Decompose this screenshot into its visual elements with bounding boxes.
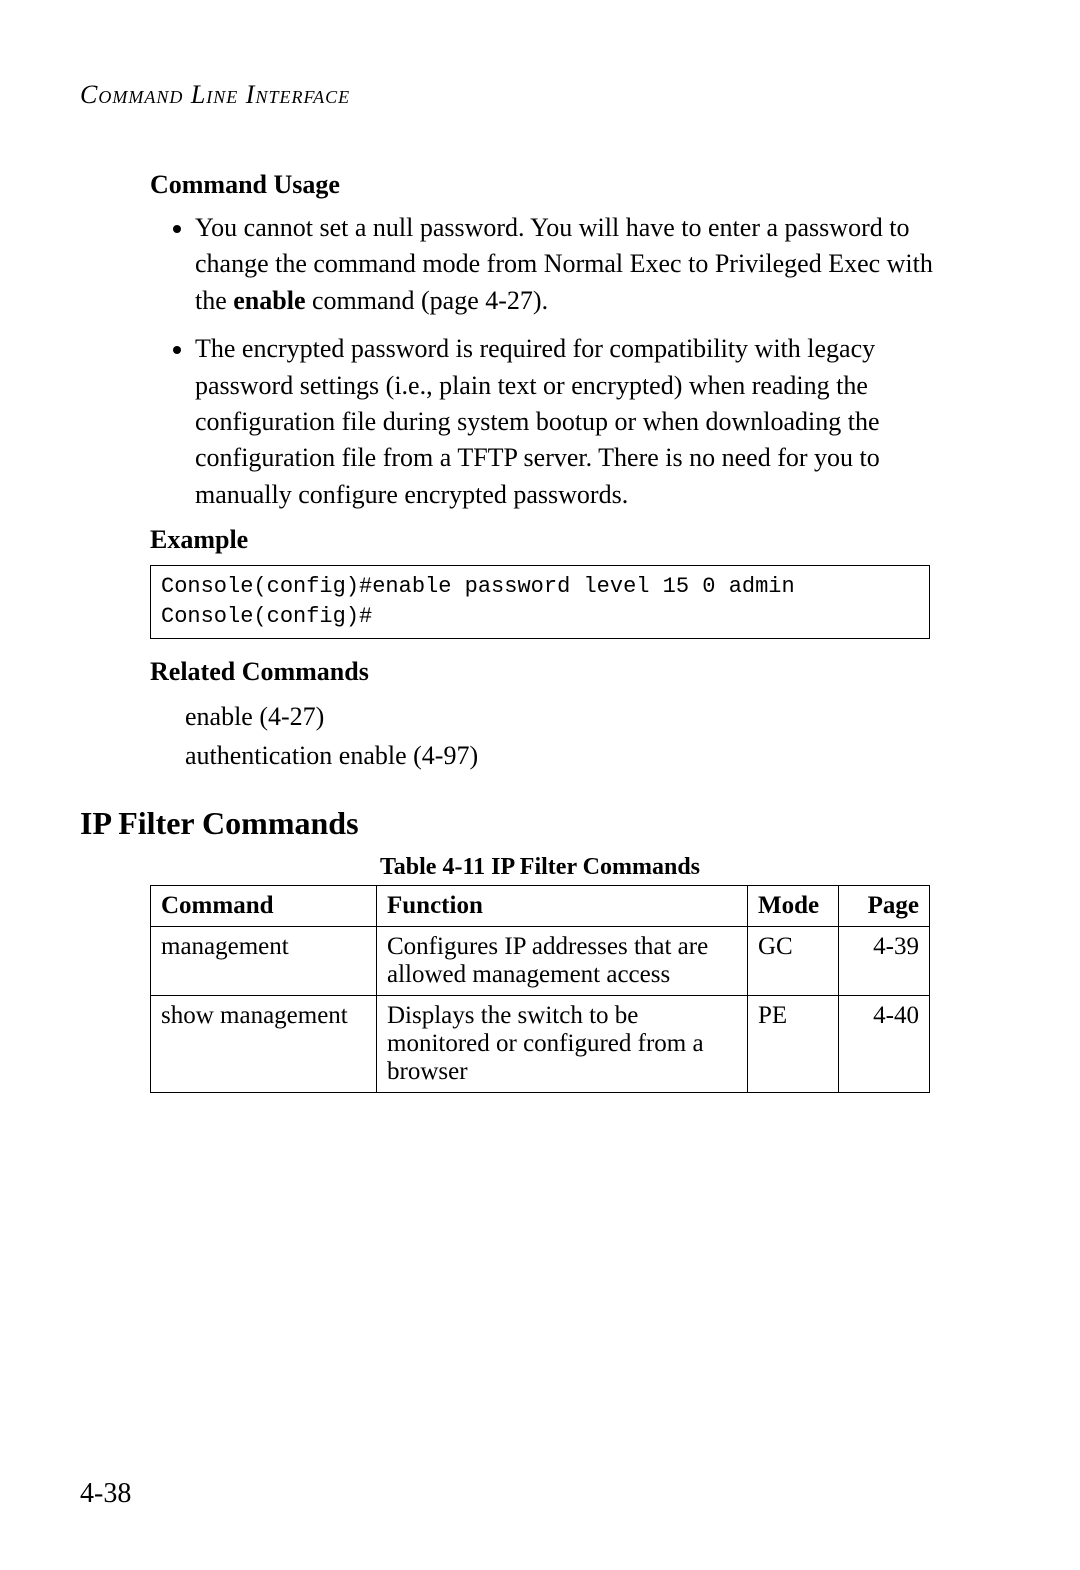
table-row: management Configures IP addresses that …: [151, 926, 930, 995]
table-row: show management Displays the switch to b…: [151, 995, 930, 1092]
running-head: Command Line Interface: [80, 80, 1000, 110]
cell-command: show management: [151, 995, 377, 1092]
table-header-row: Command Function Mode Page: [151, 885, 930, 926]
cell-mode: PE: [748, 995, 839, 1092]
col-header-mode: Mode: [748, 885, 839, 926]
col-header-command: Command: [151, 885, 377, 926]
bullet-item: The encrypted password is required for c…: [195, 331, 1000, 513]
cell-page: 4-40: [839, 995, 930, 1092]
ip-filter-table: Command Function Mode Page management Co…: [150, 885, 930, 1093]
heading-related-commands: Related Commands: [150, 657, 1000, 687]
cell-command: management: [151, 926, 377, 995]
bullet-text-pre: The encrypted password is required for c…: [195, 334, 880, 509]
bullet-text-post: command (page 4-27).: [306, 286, 549, 315]
cell-mode: GC: [748, 926, 839, 995]
heading-ip-filter-commands: IP Filter Commands: [80, 805, 1000, 842]
example-code-block: Console(config)#enable password level 15…: [150, 565, 930, 638]
related-commands-list: enable (4-27) authentication enable (4-9…: [185, 697, 1000, 775]
col-header-function: Function: [377, 885, 748, 926]
table-caption: Table 4-11 IP Filter Commands: [80, 854, 1000, 881]
cell-function: Displays the switch to be monitored or c…: [377, 995, 748, 1092]
bullet-item: You cannot set a null password. You will…: [195, 210, 1000, 319]
cell-page: 4-39: [839, 926, 930, 995]
col-header-page: Page: [839, 885, 930, 926]
related-command-item: authentication enable (4-97): [185, 736, 1000, 775]
page-container: Command Line Interface Command Usage You…: [0, 0, 1080, 1570]
bullet-text-bold: enable: [233, 286, 305, 315]
heading-example: Example: [150, 525, 1000, 555]
page-number: 4-38: [80, 1478, 131, 1510]
command-usage-list: You cannot set a null password. You will…: [195, 210, 1000, 513]
cell-function: Configures IP addresses that are allowed…: [377, 926, 748, 995]
related-command-item: enable (4-27): [185, 697, 1000, 736]
heading-command-usage: Command Usage: [150, 170, 1000, 200]
